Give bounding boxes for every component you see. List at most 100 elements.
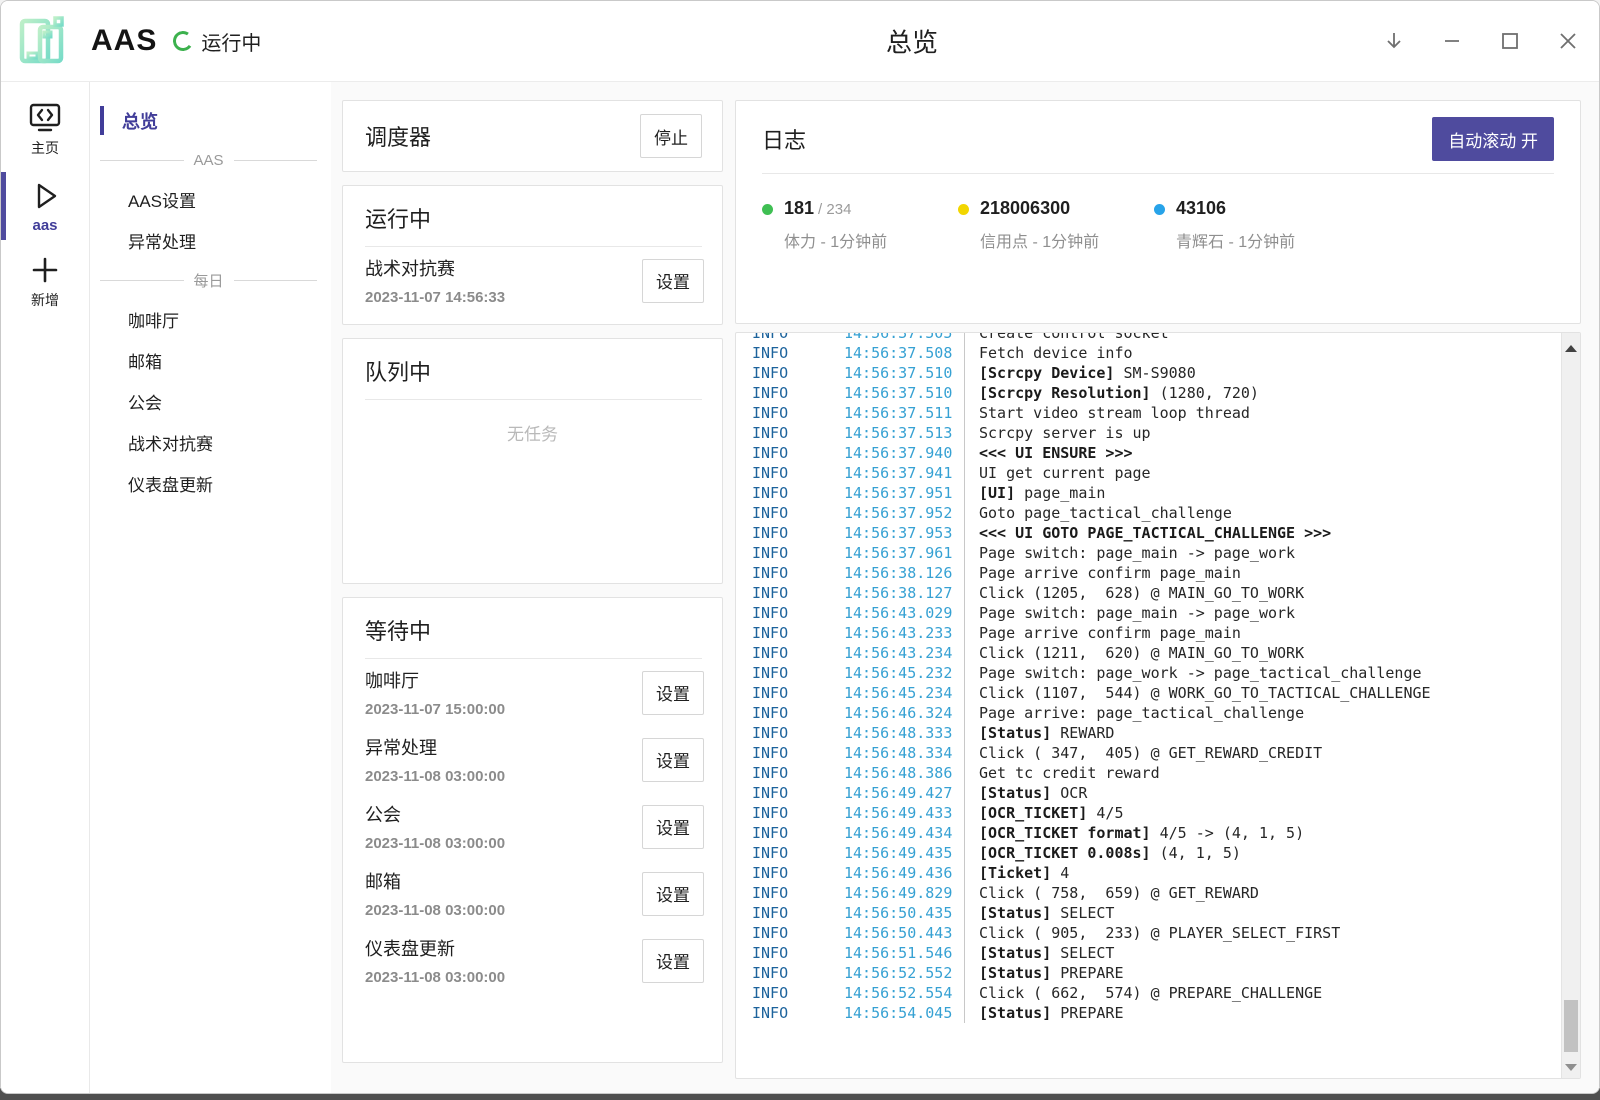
stat-value-line: 218006300 <box>980 198 1099 219</box>
log-line: INFO14:56:46.324Page arrive: page_tactic… <box>752 703 1558 723</box>
log-line: INFO14:56:45.232Page switch: page_work -… <box>752 663 1558 683</box>
scroll-down-arrow-icon[interactable] <box>1565 1064 1577 1071</box>
nav-item-label: 主页 <box>31 138 59 158</box>
waiting-task-row: 异常处理2023-11-08 03:00:00设置 <box>343 726 722 793</box>
minimize-button[interactable] <box>1439 28 1465 54</box>
waiting-title: 等待中 <box>365 614 431 646</box>
log-level: INFO <box>752 332 844 343</box>
log-time: 14:56:37.961 <box>844 543 952 563</box>
waiting-task-name: 异常处理 <box>365 734 505 760</box>
nav-item-new[interactable]: 新增 <box>1 244 89 320</box>
task-settings-button[interactable]: 设置 <box>642 872 704 916</box>
log-level: INFO <box>752 643 844 663</box>
log-message: Page arrive: page_tactical_challenge <box>964 703 1304 723</box>
waiting-task-time: 2023-11-08 03:00:00 <box>365 969 505 986</box>
log-time: 14:56:51.546 <box>844 943 952 963</box>
log-time: 14:56:49.829 <box>844 883 952 903</box>
stat-dot-icon <box>958 204 969 215</box>
sidebar-item-邮箱[interactable]: 邮箱 <box>90 340 331 381</box>
stat-label: 青辉石 - 1分钟前 <box>1176 228 1295 252</box>
log-level: INFO <box>752 443 844 463</box>
log-message: [Status] PREPARE <box>964 963 1124 983</box>
log-scrollbar[interactable] <box>1561 333 1580 1078</box>
stat-text: 43106 青辉石 - 1分钟前 <box>1176 198 1295 252</box>
play-icon <box>28 179 62 213</box>
log-level: INFO <box>752 403 844 423</box>
sidebar-item-仪表盘更新[interactable]: 仪表盘更新 <box>90 463 331 504</box>
log-line: INFO14:56:43.029Page switch: page_main -… <box>752 603 1558 623</box>
log-message: Page arrive confirm page_main <box>964 563 1241 583</box>
nav-item-aas[interactable]: aas <box>1 168 89 244</box>
log-console[interactable]: INFO14:56:37.505Create control socketINF… <box>735 332 1581 1079</box>
main-area: 调度器 停止 运行中 战术对抗赛 2023-11-07 14:56:33 设置 <box>331 82 1599 1094</box>
task-settings-button[interactable]: 设置 <box>642 671 704 715</box>
log-line: INFO14:56:37.505Create control socket <box>752 332 1558 343</box>
running-task-name: 战术对抗赛 <box>365 255 505 281</box>
log-time: 14:56:37.508 <box>844 343 952 363</box>
log-level: INFO <box>752 683 844 703</box>
running-title: 运行中 <box>365 202 431 234</box>
download-update-button[interactable] <box>1381 28 1407 54</box>
log-level: INFO <box>752 983 844 1003</box>
task-settings-button[interactable]: 设置 <box>642 805 704 849</box>
log-level: INFO <box>752 663 844 683</box>
sidebar-item-战术对抗赛[interactable]: 战术对抗赛 <box>90 422 331 463</box>
log-message: [Status] OCR <box>964 783 1087 803</box>
waiting-task-row: 公会2023-11-08 03:00:00设置 <box>343 793 722 860</box>
log-message: <<< UI GOTO PAGE_TACTICAL_CHALLENGE >>> <box>964 523 1331 543</box>
scroll-up-arrow-icon[interactable] <box>1565 345 1577 352</box>
log-message: Get tc credit reward <box>964 763 1160 783</box>
sidebar-item-label: 战术对抗赛 <box>128 430 213 455</box>
log-level: INFO <box>752 803 844 823</box>
sidebar-item-AAS设置[interactable]: AAS设置 <box>90 179 331 220</box>
task-settings-button[interactable]: 设置 <box>642 939 704 983</box>
log-level: INFO <box>752 523 844 543</box>
log-line: INFO14:56:48.386Get tc credit reward <box>752 763 1558 783</box>
log-level: INFO <box>752 703 844 723</box>
log-line: INFO14:56:50.443Click ( 905, 233) @ PLAY… <box>752 923 1558 943</box>
plus-icon <box>28 254 62 286</box>
log-line: INFO14:56:49.435[OCR_TICKET 0.008s] (4, … <box>752 843 1558 863</box>
scrollbar-thumb[interactable] <box>1564 1000 1578 1052</box>
stop-button[interactable]: 停止 <box>640 114 702 158</box>
log-time: 14:56:48.386 <box>844 763 952 783</box>
log-level: INFO <box>752 423 844 443</box>
log-line: INFO14:56:43.234Click (1211, 620) @ MAIN… <box>752 643 1558 663</box>
log-time: 14:56:50.443 <box>844 923 952 943</box>
sidebar-item-总览[interactable]: 总览 <box>90 100 331 141</box>
log-line: INFO14:56:37.952Goto page_tactical_chall… <box>752 503 1558 523</box>
log-lines: INFO14:56:37.505Create control socketINF… <box>752 332 1558 1023</box>
sidebar-item-公会[interactable]: 公会 <box>90 381 331 422</box>
running-task-time: 2023-11-07 14:56:33 <box>365 289 505 306</box>
log-message: Click ( 758, 659) @ GET_REWARD <box>964 883 1259 903</box>
log-time: 14:56:48.333 <box>844 723 952 743</box>
waiting-task-row: 邮箱2023-11-08 03:00:00设置 <box>343 860 722 927</box>
stat-value: 43106 <box>1176 198 1226 218</box>
log-message: [Scrcpy Device] SM-S9080 <box>964 363 1196 383</box>
log-time: 14:56:37.941 <box>844 463 952 483</box>
close-button[interactable] <box>1555 28 1581 54</box>
log-line: INFO14:56:37.510[Scrcpy Resolution] (128… <box>752 383 1558 403</box>
log-message: [Scrcpy Resolution] (1280, 720) <box>964 383 1259 403</box>
log-line: INFO14:56:48.333[Status] REWARD <box>752 723 1558 743</box>
maximize-button[interactable] <box>1497 28 1523 54</box>
sidebar-item-label: AAS设置 <box>128 187 196 212</box>
waiting-task-time: 2023-11-07 15:00:00 <box>365 701 505 718</box>
autoscroll-toggle-button[interactable]: 自动滚动 开 <box>1432 117 1554 161</box>
log-time: 14:56:49.427 <box>844 783 952 803</box>
log-header-card: 日志 自动滚动 开 181/ 234体力 - 1分钟前218006300信用点 … <box>735 100 1581 324</box>
waiting-task-row: 咖啡厅2023-11-07 15:00:00设置 <box>343 659 722 726</box>
log-time: 14:56:37.510 <box>844 383 952 403</box>
sidebar-item-咖啡厅[interactable]: 咖啡厅 <box>90 299 331 340</box>
sidebar-item-异常处理[interactable]: 异常处理 <box>90 220 331 261</box>
log-level: INFO <box>752 963 844 983</box>
task-settings-button[interactable]: 设置 <box>642 738 704 782</box>
task-settings-button[interactable]: 设置 <box>642 259 704 303</box>
icon-navbar: 主页 aas 新增 <box>1 82 90 1094</box>
log-line: INFO14:56:51.546[Status] SELECT <box>752 943 1558 963</box>
running-card: 运行中 战术对抗赛 2023-11-07 14:56:33 设置 <box>342 185 723 325</box>
nav-item-home[interactable]: 主页 <box>1 92 89 168</box>
sidebar-item-label: 异常处理 <box>128 228 196 253</box>
log-title: 日志 <box>762 123 806 155</box>
log-message: [OCR_TICKET 0.008s] (4, 1, 5) <box>964 843 1241 863</box>
